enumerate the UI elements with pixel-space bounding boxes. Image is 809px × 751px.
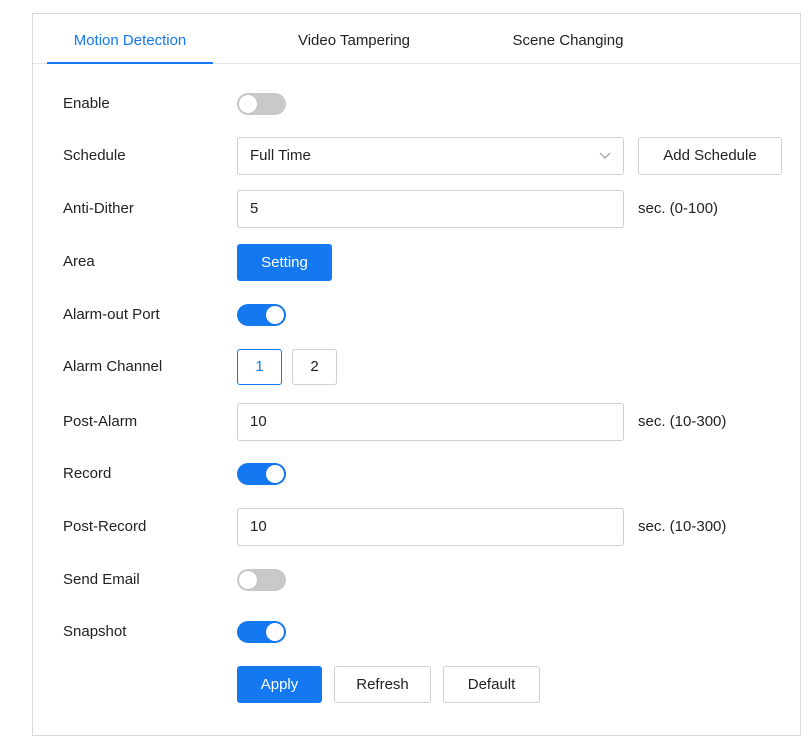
- schedule-selected-value: Full Time: [250, 147, 311, 164]
- toggle-knob: [239, 95, 257, 113]
- refresh-button[interactable]: Refresh: [334, 666, 431, 703]
- tab-bar: Motion Detection Video Tampering Scene C…: [33, 14, 800, 64]
- add-schedule-button[interactable]: Add Schedule: [638, 137, 782, 175]
- toggle-knob: [266, 465, 284, 483]
- alarm-channel-row: Alarm Channel 1 2: [33, 347, 800, 387]
- post-alarm-unit: sec. (10-300): [638, 413, 727, 430]
- schedule-select[interactable]: Full Time: [237, 137, 624, 175]
- post-alarm-input[interactable]: 10: [237, 403, 624, 441]
- enable-row: Enable: [33, 84, 800, 124]
- tab-scene-changing[interactable]: Scene Changing: [493, 14, 643, 63]
- post-record-input[interactable]: 10: [237, 508, 624, 546]
- send-email-row: Send Email: [33, 560, 800, 600]
- toggle-knob: [266, 306, 284, 324]
- alarm-channel-label: Alarm Channel: [63, 358, 163, 375]
- chevron-down-icon: [599, 138, 611, 174]
- schedule-label: Schedule: [63, 147, 126, 164]
- post-alarm-row: Post-Alarm 10 sec. (10-300): [33, 402, 800, 442]
- snapshot-row: Snapshot: [33, 612, 800, 652]
- action-row: Apply Refresh Default: [33, 665, 800, 705]
- snapshot-label: Snapshot: [63, 623, 127, 640]
- send-email-label: Send Email: [63, 571, 140, 588]
- post-record-label: Post-Record: [63, 518, 147, 535]
- apply-button[interactable]: Apply: [237, 666, 322, 703]
- enable-toggle[interactable]: [237, 93, 286, 115]
- area-row: Area Setting: [33, 242, 800, 282]
- toggle-knob: [239, 571, 257, 589]
- alarm-out-port-label: Alarm-out Port: [63, 306, 160, 323]
- anti-dither-input[interactable]: 5: [237, 190, 624, 228]
- anti-dither-unit: sec. (0-100): [638, 200, 719, 217]
- post-alarm-label: Post-Alarm: [63, 413, 138, 430]
- record-label: Record: [63, 465, 112, 482]
- post-record-row: Post-Record 10 sec. (10-300): [33, 507, 800, 547]
- snapshot-toggle[interactable]: [237, 621, 286, 643]
- motion-detection-panel: Motion Detection Video Tampering Scene C…: [32, 13, 801, 736]
- alarm-channel-option-2[interactable]: 2: [292, 349, 337, 385]
- area-label: Area: [63, 253, 95, 270]
- record-row: Record: [33, 454, 800, 494]
- default-button[interactable]: Default: [443, 666, 540, 703]
- tab-motion-detection[interactable]: Motion Detection: [47, 14, 213, 64]
- toggle-knob: [266, 623, 284, 641]
- anti-dither-row: Anti-Dither 5 sec. (0-100): [33, 189, 800, 229]
- tab-video-tampering[interactable]: Video Tampering: [269, 14, 439, 63]
- schedule-row: Schedule Full Time Add Schedule: [33, 136, 800, 176]
- post-record-unit: sec. (10-300): [638, 518, 727, 535]
- area-setting-button[interactable]: Setting: [237, 244, 332, 281]
- anti-dither-label: Anti-Dither: [63, 200, 134, 217]
- record-toggle[interactable]: [237, 463, 286, 485]
- enable-label: Enable: [63, 95, 110, 112]
- alarm-out-port-toggle[interactable]: [237, 304, 286, 326]
- send-email-toggle[interactable]: [237, 569, 286, 591]
- alarm-channel-option-1[interactable]: 1: [237, 349, 282, 385]
- alarm-out-port-row: Alarm-out Port: [33, 295, 800, 335]
